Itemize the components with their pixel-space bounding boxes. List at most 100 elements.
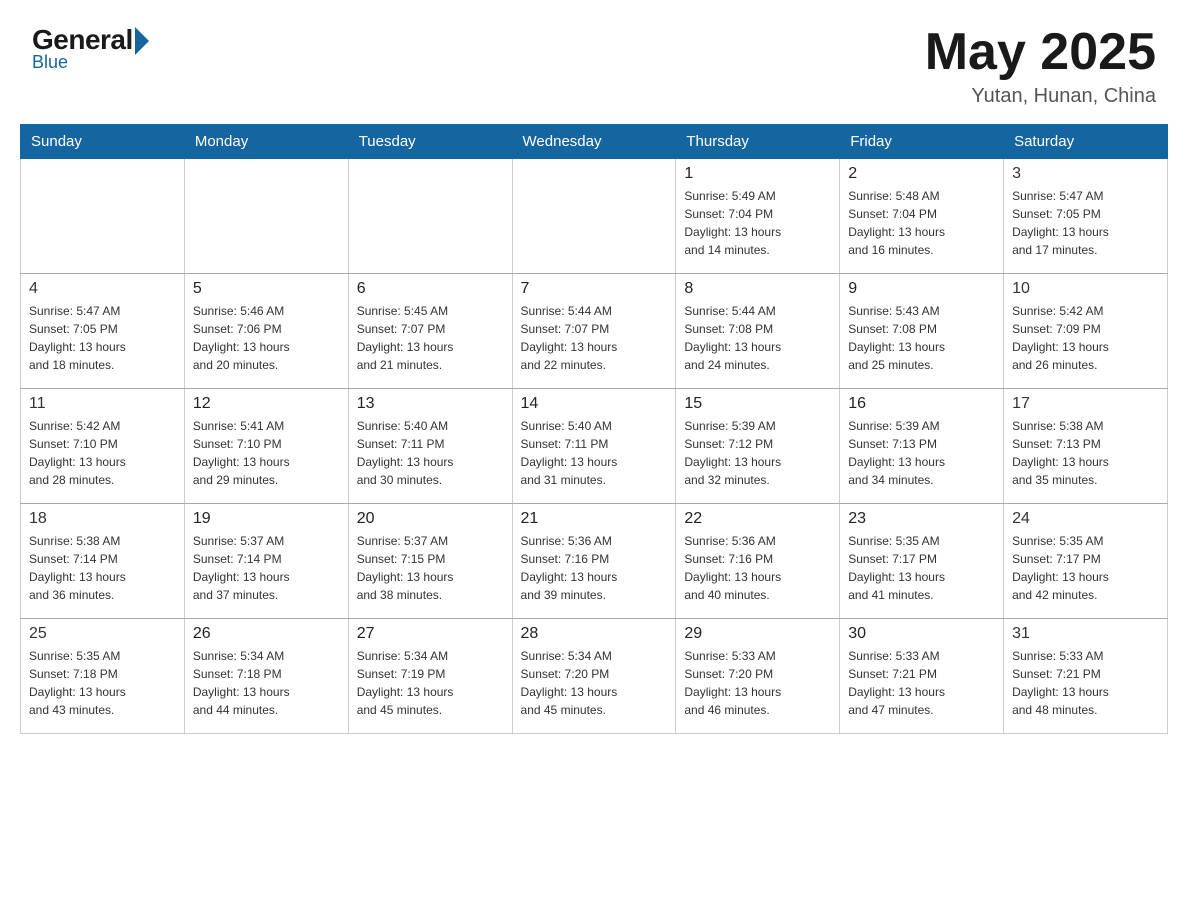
- calendar-cell: 26Sunrise: 5:34 AMSunset: 7:18 PMDayligh…: [184, 619, 348, 734]
- calendar-cell: 21 Sunrise: 5:36 AMSunset: 7:16 PMDayligh…: [512, 504, 676, 619]
- day-number: 16: [848, 395, 995, 413]
- logo-blue-text: Blue: [32, 52, 68, 73]
- day-of-week-header: Sunday: [21, 125, 185, 159]
- calendar-cell: 9Sunrise: 5:43 AMSunset: 7:08 PMDaylight…: [840, 274, 1004, 389]
- day-number: 28: [521, 625, 668, 643]
- day-number: 12: [193, 395, 340, 413]
- day-number: 25: [29, 625, 176, 643]
- calendar-cell: 22 Sunrise: 5:36 AMSunset: 7:16 PMDayligh…: [676, 504, 840, 619]
- calendar-cell: 30 Sunrise: 5:33 AMSunset: 7:21 PMDayligh…: [840, 619, 1004, 734]
- calendar-cell: 4 Sunrise: 5:47 AMSunset: 7:05 PMDaylight…: [21, 274, 185, 389]
- calendar-cell: [21, 159, 185, 274]
- calendar-cell: 5 Sunrise: 5:46 AMSunset: 7:06 PMDaylight…: [184, 274, 348, 389]
- day-number: 4: [29, 280, 176, 298]
- calendar-table: SundayMondayTuesdayWednesdayThursdayFrid…: [20, 124, 1168, 734]
- day-of-week-header: Monday: [184, 125, 348, 159]
- day-info: Sunrise: 5:39 AMSunset: 7:13 PMDaylight:…: [848, 417, 995, 489]
- day-of-week-header: Saturday: [1004, 125, 1168, 159]
- day-info: Sunrise: 5:34 AMSunset: 7:20 PMDaylight:…: [521, 647, 668, 719]
- day-number: 5: [193, 280, 340, 298]
- day-number: 14: [521, 395, 668, 413]
- page-header: General Blue May 2025 Yutan, Hunan, Chin…: [0, 0, 1188, 124]
- day-number: 19: [193, 510, 340, 528]
- day-info: Sunrise: 5:33 AMSunset: 7:21 PMDaylight:…: [848, 647, 995, 719]
- day-info: Sunrise: 5:42 AMSunset: 7:10 PMDaylight:…: [29, 417, 176, 489]
- day-info: Sunrise: 5:39 AMSunset: 7:12 PMDaylight:…: [684, 417, 831, 489]
- day-of-week-header: Tuesday: [348, 125, 512, 159]
- day-info: Sunrise: 5:47 AMSunset: 7:05 PMDaylight:…: [29, 302, 176, 374]
- calendar-cell: 27Sunrise: 5:34 AMSunset: 7:19 PMDayligh…: [348, 619, 512, 734]
- title-area: May 2025 Yutan, Hunan, China: [925, 24, 1156, 108]
- day-info: Sunrise: 5:37 AMSunset: 7:14 PMDaylight:…: [193, 532, 340, 604]
- calendar-cell: [512, 159, 676, 274]
- day-info: Sunrise: 5:42 AMSunset: 7:09 PMDaylight:…: [1012, 302, 1159, 374]
- day-number: 22: [684, 510, 831, 528]
- calendar-cell: 14 Sunrise: 5:40 AMSunset: 7:11 PMDayligh…: [512, 389, 676, 504]
- day-info: Sunrise: 5:37 AMSunset: 7:15 PMDaylight:…: [357, 532, 504, 604]
- calendar-cell: 13Sunrise: 5:40 AMSunset: 7:11 PMDayligh…: [348, 389, 512, 504]
- calendar-week-row: 18 Sunrise: 5:38 AMSunset: 7:14 PMDayligh…: [21, 504, 1168, 619]
- day-info: Sunrise: 5:36 AMSunset: 7:16 PMDaylight:…: [684, 532, 831, 604]
- day-info: Sunrise: 5:34 AMSunset: 7:19 PMDaylight:…: [357, 647, 504, 719]
- month-title: May 2025: [925, 24, 1156, 81]
- day-number: 7: [521, 280, 668, 298]
- day-info: Sunrise: 5:33 AMSunset: 7:21 PMDaylight:…: [1012, 647, 1159, 719]
- day-number: 2: [848, 165, 995, 183]
- calendar-cell: 12 Sunrise: 5:41 AMSunset: 7:10 PMDayligh…: [184, 389, 348, 504]
- logo: General Blue: [32, 24, 149, 73]
- day-number: 30: [848, 625, 995, 643]
- day-info: Sunrise: 5:46 AMSunset: 7:06 PMDaylight:…: [193, 302, 340, 374]
- day-of-week-header: Wednesday: [512, 125, 676, 159]
- day-number: 1: [684, 165, 831, 183]
- day-info: Sunrise: 5:36 AMSunset: 7:16 PMDaylight:…: [521, 532, 668, 604]
- day-info: Sunrise: 5:38 AMSunset: 7:14 PMDaylight:…: [29, 532, 176, 604]
- calendar-week-row: 1Sunrise: 5:49 AMSunset: 7:04 PMDaylight…: [21, 159, 1168, 274]
- calendar-cell: 24Sunrise: 5:35 AMSunset: 7:17 PMDayligh…: [1004, 504, 1168, 619]
- day-info: Sunrise: 5:44 AMSunset: 7:07 PMDaylight:…: [521, 302, 668, 374]
- calendar-cell: 15 Sunrise: 5:39 AMSunset: 7:12 PMDayligh…: [676, 389, 840, 504]
- calendar-cell: 11 Sunrise: 5:42 AMSunset: 7:10 PMDayligh…: [21, 389, 185, 504]
- calendar-cell: 1Sunrise: 5:49 AMSunset: 7:04 PMDaylight…: [676, 159, 840, 274]
- calendar-cell: 20Sunrise: 5:37 AMSunset: 7:15 PMDayligh…: [348, 504, 512, 619]
- calendar-cell: 7 Sunrise: 5:44 AMSunset: 7:07 PMDaylight…: [512, 274, 676, 389]
- day-number: 29: [684, 625, 831, 643]
- calendar-cell: 2 Sunrise: 5:48 AMSunset: 7:04 PMDaylight…: [840, 159, 1004, 274]
- day-number: 24: [1012, 510, 1159, 528]
- calendar-cell: 18 Sunrise: 5:38 AMSunset: 7:14 PMDayligh…: [21, 504, 185, 619]
- day-number: 9: [848, 280, 995, 298]
- day-number: 21: [521, 510, 668, 528]
- calendar-cell: 25 Sunrise: 5:35 AMSunset: 7:18 PMDayligh…: [21, 619, 185, 734]
- day-number: 18: [29, 510, 176, 528]
- day-number: 8: [684, 280, 831, 298]
- calendar-cell: 17 Sunrise: 5:38 AMSunset: 7:13 PMDayligh…: [1004, 389, 1168, 504]
- day-number: 17: [1012, 395, 1159, 413]
- day-info: Sunrise: 5:38 AMSunset: 7:13 PMDaylight:…: [1012, 417, 1159, 489]
- day-info: Sunrise: 5:41 AMSunset: 7:10 PMDaylight:…: [193, 417, 340, 489]
- calendar-header-row: SundayMondayTuesdayWednesdayThursdayFrid…: [21, 125, 1168, 159]
- day-of-week-header: Thursday: [676, 125, 840, 159]
- day-number: 23: [848, 510, 995, 528]
- day-info: Sunrise: 5:34 AMSunset: 7:18 PMDaylight:…: [193, 647, 340, 719]
- day-info: Sunrise: 5:35 AMSunset: 7:18 PMDaylight:…: [29, 647, 176, 719]
- day-number: 15: [684, 395, 831, 413]
- calendar-cell: 3 Sunrise: 5:47 AMSunset: 7:05 PMDaylight…: [1004, 159, 1168, 274]
- day-of-week-header: Friday: [840, 125, 1004, 159]
- day-number: 31: [1012, 625, 1159, 643]
- day-info: Sunrise: 5:44 AMSunset: 7:08 PMDaylight:…: [684, 302, 831, 374]
- day-info: Sunrise: 5:48 AMSunset: 7:04 PMDaylight:…: [848, 187, 995, 259]
- location-text: Yutan, Hunan, China: [925, 85, 1156, 108]
- day-number: 11: [29, 395, 176, 413]
- calendar-cell: 8 Sunrise: 5:44 AMSunset: 7:08 PMDaylight…: [676, 274, 840, 389]
- logo-arrow-icon: [135, 27, 149, 55]
- calendar-cell: 19 Sunrise: 5:37 AMSunset: 7:14 PMDayligh…: [184, 504, 348, 619]
- day-info: Sunrise: 5:40 AMSunset: 7:11 PMDaylight:…: [521, 417, 668, 489]
- calendar-cell: 10 Sunrise: 5:42 AMSunset: 7:09 PMDayligh…: [1004, 274, 1168, 389]
- day-number: 10: [1012, 280, 1159, 298]
- day-number: 13: [357, 395, 504, 413]
- day-info: Sunrise: 5:33 AMSunset: 7:20 PMDaylight:…: [684, 647, 831, 719]
- day-info: Sunrise: 5:47 AMSunset: 7:05 PMDaylight:…: [1012, 187, 1159, 259]
- calendar-cell: 31 Sunrise: 5:33 AMSunset: 7:21 PMDayligh…: [1004, 619, 1168, 734]
- calendar-week-row: 4 Sunrise: 5:47 AMSunset: 7:05 PMDaylight…: [21, 274, 1168, 389]
- day-number: 3: [1012, 165, 1159, 183]
- day-info: Sunrise: 5:35 AMSunset: 7:17 PMDaylight:…: [848, 532, 995, 604]
